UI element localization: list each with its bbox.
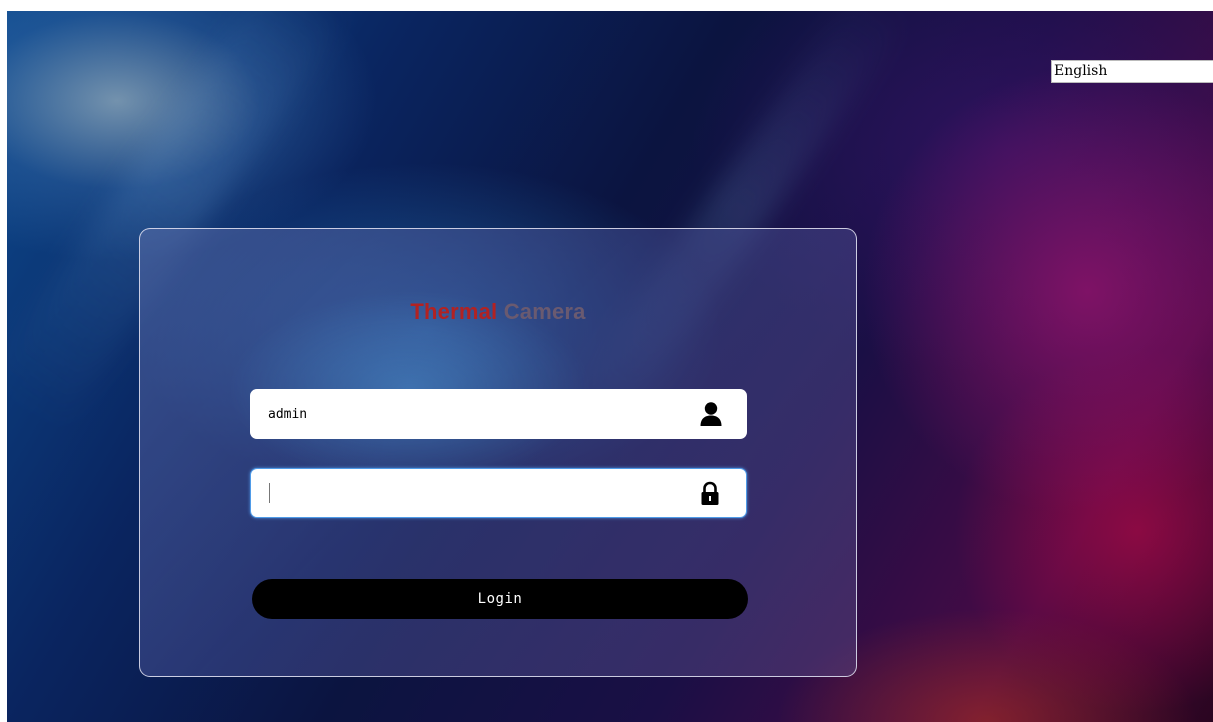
lock-icon	[698, 481, 722, 507]
username-input[interactable]	[268, 389, 668, 439]
title-thermal: Thermal	[410, 299, 498, 324]
title-camera: Camera	[503, 299, 586, 324]
language-select[interactable]: English	[1051, 60, 1213, 83]
password-input[interactable]	[269, 469, 669, 517]
username-field[interactable]	[250, 389, 747, 439]
login-button[interactable]: Login	[252, 579, 748, 619]
user-icon	[699, 401, 723, 427]
language-select-value: English	[1054, 63, 1108, 79]
password-field[interactable]	[250, 468, 747, 518]
login-card: Thermal Camera Login	[139, 228, 857, 677]
page-title: Thermal Camera	[140, 299, 856, 325]
login-button-label: Login	[477, 591, 523, 607]
text-cursor	[269, 483, 270, 503]
